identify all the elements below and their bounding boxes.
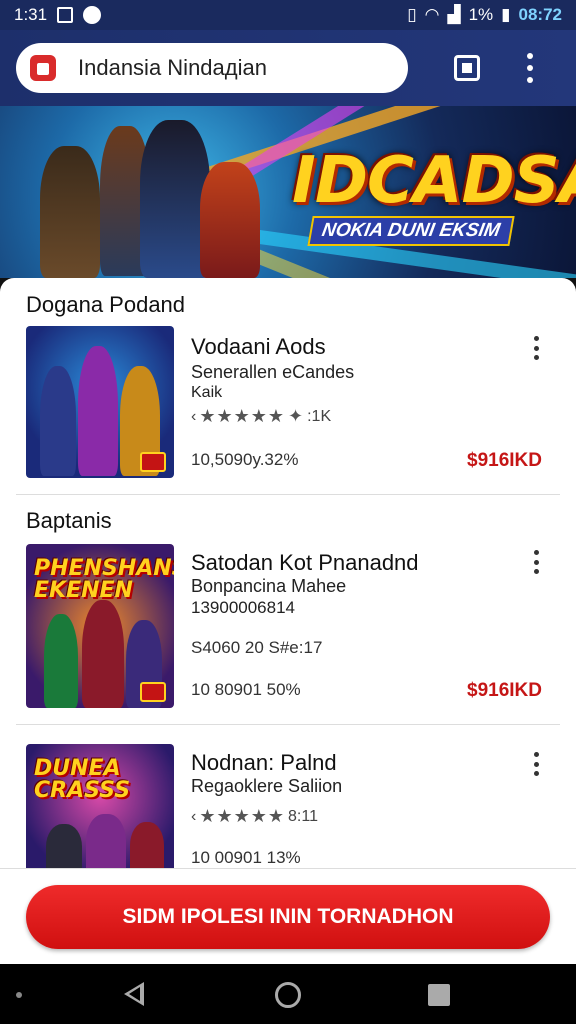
chevron-left-icon: ‹ bbox=[191, 407, 197, 425]
star-rating-icon: ★★★★★ bbox=[199, 806, 286, 826]
more-dot bbox=[534, 336, 539, 341]
battery-percent: 1% bbox=[468, 5, 494, 24]
content-sheet: Dogana Podand Vodaani Aods Senerallen eC… bbox=[0, 278, 576, 868]
notification-dot-icon bbox=[83, 6, 102, 24]
thumb-title: DUNEA CRASSS bbox=[34, 756, 131, 803]
status-clock: 08:72 bbox=[518, 5, 562, 24]
vibrate-icon: ▯ bbox=[407, 5, 417, 24]
tabs-button[interactable] bbox=[454, 55, 480, 81]
thumb-character bbox=[40, 366, 76, 476]
thumb-character bbox=[130, 822, 164, 868]
system-nav-bar bbox=[0, 964, 576, 1024]
url-text[interactable]: Indansia Nindaдian bbox=[78, 55, 267, 81]
item-rating: ‹ ★★★★★ ✦ :1K bbox=[191, 406, 331, 427]
item-more-button[interactable] bbox=[534, 336, 540, 360]
rating-count: :1K bbox=[307, 407, 332, 425]
divider bbox=[16, 724, 560, 725]
chevron-left-icon: ‹ bbox=[191, 807, 197, 825]
item-title: Vodaani Aods bbox=[191, 334, 326, 359]
site-logo-icon bbox=[30, 55, 56, 81]
status-time: 1:31 bbox=[14, 5, 48, 24]
item-thumbnail[interactable] bbox=[26, 326, 174, 478]
more-dot bbox=[534, 559, 539, 565]
browser-menu-button[interactable] bbox=[526, 53, 534, 83]
thumb-character bbox=[46, 824, 82, 868]
item-subtitle: Senerallen eCandes bbox=[191, 362, 355, 382]
thumb-title: PHENSHANS EKENEN bbox=[34, 556, 174, 603]
bottom-action-bar: SIDM IPOLESI ININ TORNADHON bbox=[0, 868, 576, 964]
list-item[interactable]: DUNEA CRASSS Nodnan: Palnd Regaoklere Sa… bbox=[0, 744, 576, 868]
item-subtitle-2: Kaik bbox=[191, 384, 223, 401]
thumb-badge-icon bbox=[140, 452, 166, 472]
more-dot bbox=[534, 345, 539, 351]
item-more-button[interactable] bbox=[534, 752, 540, 776]
menu-dot bbox=[527, 65, 533, 71]
recents-icon[interactable] bbox=[428, 984, 450, 1006]
divider bbox=[16, 494, 560, 495]
nav-indicator-dot bbox=[16, 992, 22, 998]
item-title: Satodan Kot Pnanadnd bbox=[191, 550, 419, 575]
item-rating: ‹ ★★★★★ 8:11 bbox=[191, 806, 318, 827]
menu-dot bbox=[527, 77, 533, 83]
more-dot bbox=[534, 761, 539, 767]
signal-icon: ▟ bbox=[447, 5, 461, 24]
more-dot bbox=[534, 355, 539, 360]
section-title: Baptanis bbox=[26, 508, 112, 533]
primary-cta-button[interactable]: SIDM IPOLESI ININ TORNADHON bbox=[26, 885, 550, 949]
banner-character bbox=[40, 146, 100, 278]
item-thumbnail[interactable]: PHENSHANS EKENEN bbox=[26, 544, 174, 708]
item-meta-2: S4060 20 S#e:17 bbox=[191, 638, 323, 657]
list-item[interactable]: Vodaani Aods Senerallen eCandes Kaik ‹ ★… bbox=[0, 326, 576, 486]
back-icon[interactable] bbox=[124, 982, 144, 1006]
thumb-character bbox=[44, 614, 78, 708]
url-bar[interactable]: Indansia Nindaдian bbox=[16, 43, 408, 93]
banner-subtitle: NOKIA DUNI EKSIM bbox=[307, 216, 515, 246]
item-subtitle: Regaoklere Saliion bbox=[191, 776, 343, 796]
item-thumbnail[interactable]: DUNEA CRASSS bbox=[26, 744, 174, 868]
item-more-button[interactable] bbox=[534, 550, 540, 574]
more-dot bbox=[534, 752, 539, 757]
thumb-character bbox=[78, 346, 118, 476]
hero-banner[interactable]: IDCADSA NOKIA DUNI EKSIM bbox=[0, 106, 576, 278]
more-dot bbox=[534, 569, 539, 574]
list-item[interactable]: PHENSHANS EKENEN Satodan Kot Pnanadnd Bo… bbox=[0, 544, 576, 710]
wifi-icon: ◠ bbox=[424, 5, 440, 24]
thumb-character bbox=[86, 814, 126, 868]
home-icon[interactable] bbox=[275, 982, 301, 1008]
item-subtitle-2: 13900006814 bbox=[191, 598, 296, 617]
section-title: Dogana Podand bbox=[26, 292, 186, 317]
item-price: $916IKD bbox=[467, 450, 542, 471]
more-dot bbox=[534, 550, 539, 555]
item-meta: 10 80901 50% bbox=[191, 680, 301, 699]
thumb-character bbox=[82, 600, 124, 708]
item-price: $916IKD bbox=[467, 680, 542, 701]
banner-title: IDCADSA bbox=[292, 144, 576, 218]
thumb-badge-icon bbox=[140, 682, 166, 702]
gallery-notification-icon bbox=[57, 7, 74, 23]
star-half-icon: ✦ bbox=[288, 406, 305, 426]
item-title: Nodnan: Palnd bbox=[191, 750, 337, 775]
status-bar: 1:31 ▯ ◠ ▟ 1% ▮ 08:72 bbox=[0, 0, 576, 30]
menu-dot bbox=[527, 53, 533, 59]
browser-toolbar: Indansia Nindaдian bbox=[0, 30, 576, 106]
item-meta: 10 00901 13% bbox=[191, 848, 301, 867]
more-dot bbox=[534, 771, 539, 776]
tabs-icon bbox=[462, 63, 472, 73]
item-meta: 10,5090y.32% bbox=[191, 450, 299, 469]
battery-icon: ▮ bbox=[501, 5, 511, 24]
item-subtitle: Bonpancina Mahee bbox=[191, 576, 347, 596]
star-rating-icon: ★★★★★ bbox=[199, 406, 286, 426]
banner-character bbox=[200, 162, 260, 278]
rating-count: 8:11 bbox=[288, 807, 318, 825]
